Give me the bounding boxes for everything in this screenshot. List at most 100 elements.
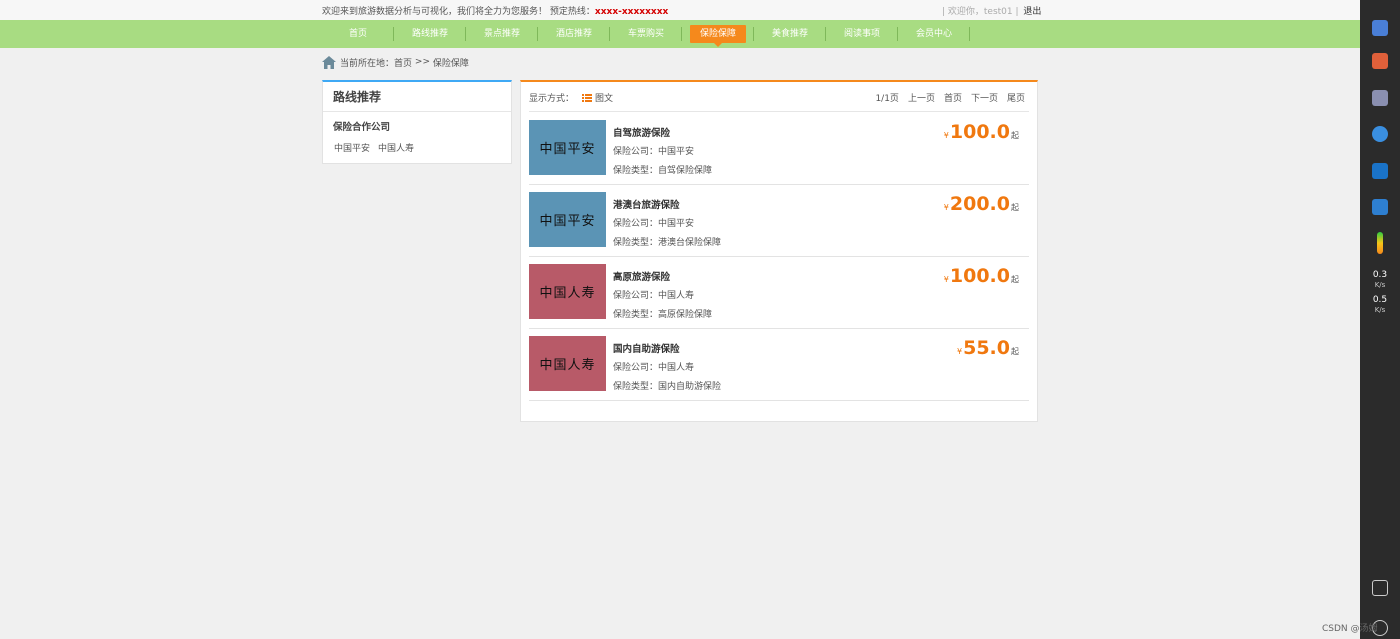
breadcrumb-label: 当前所在地： <box>340 58 395 69</box>
company-link-pingan[interactable]: 中国平安 <box>334 141 370 154</box>
company-link-renshou[interactable]: 中国人寿 <box>378 141 414 154</box>
list-toolbar: 显示方式： 图文 1/1页 上一页 首页 下一页 尾页 <box>529 82 1029 112</box>
price-amount: 200.0 <box>949 193 1010 215</box>
currency-symbol: ¥ <box>943 275 949 284</box>
outlook-icon[interactable] <box>1372 163 1388 179</box>
next-page-link[interactable]: 下一页 <box>971 91 998 104</box>
price-amount: 55.0 <box>963 337 1010 359</box>
product-name[interactable]: 自驾旅游保险 <box>613 125 670 139</box>
logout-link[interactable]: 退出 <box>1023 7 1041 17</box>
upload-speed-unit: K/s <box>1374 281 1386 289</box>
list-item[interactable]: 中国人寿 国内自助游保险 保险公司：中国人寿 保险类型：国内自助游保险 ¥ 55… <box>529 329 1029 401</box>
currency-symbol: ¥ <box>943 131 949 140</box>
product-thumbnail[interactable]: 中国平安 <box>529 192 606 247</box>
product-name[interactable]: 高原旅游保险 <box>613 269 670 283</box>
nav-item-label: 车票购买 <box>627 29 664 39</box>
nav-item-3[interactable]: 酒店推荐 <box>538 20 610 48</box>
download-speed-value: 0.5 <box>1372 295 1388 305</box>
display-mode-label: 显示方式： <box>529 94 575 104</box>
copilot-icon[interactable] <box>1372 126 1388 142</box>
upload-speed: 0.3 K/s <box>1360 270 1400 290</box>
sidebar-subtitle: 保险合作公司 <box>333 122 391 133</box>
toolbox-icon[interactable] <box>1372 53 1388 69</box>
nav-item-7[interactable]: 阅读事项 <box>826 20 898 48</box>
watermark: CSDN @汤姆 <box>1322 624 1378 634</box>
prev-page-link[interactable]: 上一页 <box>908 91 935 104</box>
price-suffix: 起 <box>1011 347 1019 356</box>
breadcrumb-separator: >> <box>414 57 430 67</box>
price-suffix: 起 <box>1011 275 1019 284</box>
nav-item-label: 阅读事项 <box>843 29 880 39</box>
nav-item-label: 首页 <box>348 29 367 39</box>
nav-item-6[interactable]: 美食推荐 <box>754 20 826 48</box>
nav-item-8[interactable]: 会员中心 <box>898 20 970 48</box>
main-nav: 首页 路线推荐 景点推荐 酒店推荐 车票购买 保险保障 美食推荐 阅读事项 会员中心 <box>0 20 1360 48</box>
breadcrumb-home-link[interactable]: 首页 <box>394 56 412 69</box>
download-speed: 0.5 K/s <box>1360 295 1400 315</box>
nav-item-label: 保险保障 <box>689 25 746 47</box>
product-thumbnail[interactable]: 中国人寿 <box>529 336 606 391</box>
top-info-bar: 欢迎来到旅游数据分析与可视化，我们将全力为您服务！ 预定热线：xxxx-xxxx… <box>0 0 1360 20</box>
user-greeting: | 欢迎你，test01 | <box>942 7 1019 17</box>
download-speed-unit: K/s <box>1374 306 1386 314</box>
user-area: | 欢迎你，test01 | 退出 <box>942 4 1041 17</box>
chess-icon[interactable] <box>1372 90 1388 106</box>
nav-list: 首页 路线推荐 景点推荐 酒店推荐 车票购买 保险保障 美食推荐 阅读事项 会员中心 <box>322 20 970 48</box>
product-thumbnail[interactable]: 中国平安 <box>529 120 606 175</box>
last-page-link[interactable]: 尾页 <box>1007 91 1025 104</box>
product-type: 保险类型：自驾保险保障 <box>613 166 713 176</box>
nav-item-label: 会员中心 <box>915 29 952 39</box>
price-amount: 100.0 <box>949 121 1010 143</box>
product-list: 中国平安 自驾旅游保险 保险公司：中国平安 保险类型：自驾保险保障 ¥ 100.… <box>529 113 1029 401</box>
insurance-list-panel: 显示方式： 图文 1/1页 上一页 首页 下一页 尾页 中国平安 自驾旅游保险 … <box>520 80 1038 422</box>
product-company: 保险公司：中国平安 <box>613 219 695 229</box>
nav-item-2[interactable]: 景点推荐 <box>466 20 538 48</box>
nav-item-label: 美食推荐 <box>771 29 808 39</box>
list-item[interactable]: 中国人寿 高原旅游保险 保险公司：中国人寿 保险类型：高原保险保障 ¥ 100.… <box>529 257 1029 329</box>
product-type: 保险类型：国内自助游保险 <box>613 382 722 392</box>
sidebar-panel: 路线推荐 保险合作公司 中国平安 中国人寿 <box>322 80 512 164</box>
product-company: 保险公司：中国平安 <box>613 147 695 157</box>
nav-item-1[interactable]: 路线推荐 <box>394 20 466 48</box>
product-name[interactable]: 国内自助游保险 <box>613 341 680 355</box>
screenshot-icon[interactable] <box>1372 580 1388 596</box>
list-view-icon[interactable] <box>582 93 593 102</box>
price-suffix: 起 <box>1011 131 1019 140</box>
upload-speed-value: 0.3 <box>1372 270 1388 280</box>
nav-item-5[interactable]: 保险保障 <box>682 20 754 48</box>
product-price: ¥ 100.0 起 <box>944 265 1019 287</box>
first-page-link[interactable]: 首页 <box>944 91 962 104</box>
welcome-text: 欢迎来到旅游数据分析与可视化，我们将全力为您服务！ <box>322 7 548 17</box>
list-item[interactable]: 中国平安 港澳台旅游保险 保险公司：中国平安 保险类型：港澳台保险保障 ¥ 20… <box>529 185 1029 257</box>
breadcrumb-current: 保险保障 <box>432 58 469 69</box>
currency-symbol: ¥ <box>957 347 963 356</box>
nav-item-0[interactable]: 首页 <box>322 20 394 48</box>
pagination: 1/1页 上一页 首页 下一页 尾页 <box>875 91 1025 104</box>
company-links: 中国平安 中国人寿 <box>323 141 511 154</box>
product-price: ¥ 200.0 起 <box>944 193 1019 215</box>
product-price: ¥ 100.0 起 <box>944 121 1019 143</box>
product-price: ¥ 55.0 起 <box>957 337 1019 359</box>
product-thumbnail[interactable]: 中国人寿 <box>529 264 606 319</box>
tag-icon[interactable] <box>1372 20 1388 36</box>
product-company: 保险公司：中国人寿 <box>613 363 695 373</box>
display-mode-value[interactable]: 图文 <box>595 91 613 104</box>
price-amount: 100.0 <box>949 265 1010 287</box>
system-sidebar: 0.3 K/s 0.5 K/s <box>1360 0 1400 639</box>
sidebar-title: 路线推荐 <box>323 82 511 112</box>
nav-item-label: 路线推荐 <box>411 29 448 39</box>
list-item[interactable]: 中国平安 自驾旅游保险 保险公司：中国平安 保险类型：自驾保险保障 ¥ 100.… <box>529 113 1029 185</box>
usage-bar-icon[interactable] <box>1377 232 1383 254</box>
hotline-number: xxxx-xxxxxxxx <box>594 7 669 17</box>
product-name[interactable]: 港澳台旅游保险 <box>613 197 680 211</box>
currency-symbol: ¥ <box>943 203 949 212</box>
price-suffix: 起 <box>1011 203 1019 212</box>
product-company: 保险公司：中国人寿 <box>613 291 695 301</box>
product-type: 保险类型：港澳台保险保障 <box>613 238 722 248</box>
nav-item-4[interactable]: 车票购买 <box>610 20 682 48</box>
notification-icon[interactable] <box>1372 199 1388 215</box>
nav-item-label: 酒店推荐 <box>555 29 592 39</box>
breadcrumb: 当前所在地： 首页 >> 保险保障 <box>322 55 469 69</box>
page-indicator: 1/1页 <box>875 94 899 104</box>
hotline-label: 预定热线： <box>549 7 595 17</box>
